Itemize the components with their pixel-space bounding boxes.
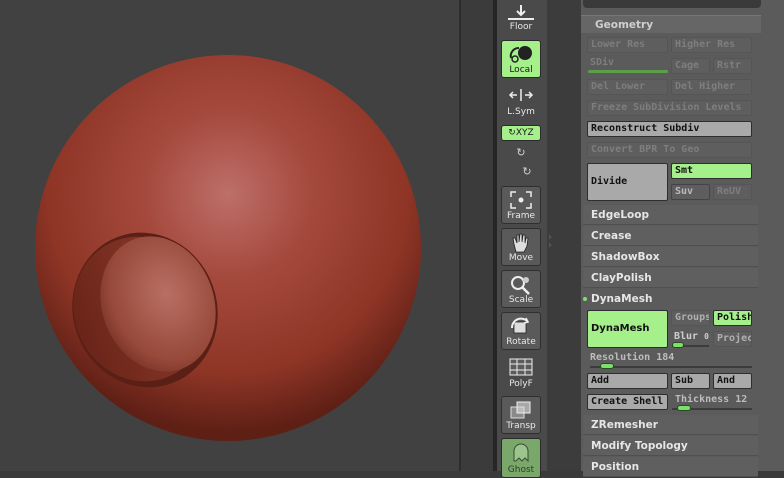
rotate-icon <box>510 317 530 334</box>
scale-button[interactable]: Scale <box>501 270 541 308</box>
rotate-axis-icon: ↻ <box>508 128 516 138</box>
move-label: Move <box>508 253 534 263</box>
reconstruct-subdiv-button[interactable]: Reconstruct Subdiv <box>587 121 752 137</box>
viewport-canvas[interactable] <box>0 0 459 471</box>
sdiv-label: SDiv <box>590 57 615 68</box>
modify-topology-section[interactable]: Modify Topology <box>583 436 758 456</box>
resolution-value: 184 <box>656 352 675 363</box>
shelf-collapse-grip[interactable]: › › <box>548 233 554 251</box>
polyf-button[interactable]: PolyF <box>501 354 541 392</box>
blur-label: Blur 0 <box>674 331 709 342</box>
move-button[interactable]: Move <box>501 228 541 266</box>
sculpted-sphere[interactable] <box>0 0 459 471</box>
claypolish-section[interactable]: ClayPolish <box>583 268 758 288</box>
geometry-header[interactable]: Geometry <box>581 15 761 33</box>
resolution-label-text: Resolution <box>590 352 651 363</box>
scale-label: Scale <box>508 295 534 305</box>
suv-toggle[interactable]: Suv <box>671 184 710 200</box>
thickness-value: 12 <box>735 394 748 405</box>
dynamesh-button[interactable]: DynaMesh <box>587 310 668 348</box>
floor-button[interactable]: Floor <box>501 0 541 34</box>
rotate-button[interactable]: Rotate <box>501 312 541 350</box>
and-button[interactable]: And <box>713 373 752 389</box>
frame-label: Frame <box>506 211 536 221</box>
dynamesh-active-dot <box>583 297 587 301</box>
resolution-slider-knob[interactable] <box>600 363 614 369</box>
lsym-icon <box>508 89 534 101</box>
freeze-subdiv-button[interactable]: Freeze SubDivision Levels <box>587 100 752 116</box>
blur-slider-knob[interactable] <box>672 342 684 348</box>
project-toggle[interactable]: Project <box>713 331 752 347</box>
scale-icon <box>511 276 530 295</box>
canvas-margin <box>461 0 493 471</box>
polyf-label: PolyF <box>509 379 533 389</box>
thickness-label-text: Thickness <box>675 394 730 405</box>
lower-res-button[interactable]: Lower Res <box>587 37 668 53</box>
lsym-label: L.Sym <box>507 107 535 117</box>
ghost-button[interactable]: Ghost <box>501 438 541 478</box>
polish-toggle[interactable]: Polish <box>713 310 752 326</box>
local-label: Local <box>509 65 533 75</box>
polyframe-grid-icon <box>509 358 533 376</box>
z-axis-button[interactable]: ↻ <box>519 165 535 179</box>
del-lower-button[interactable]: Del Lower <box>587 79 668 95</box>
y-rotate-icon: ↻ <box>516 146 526 159</box>
add-button[interactable]: Add <box>587 373 668 389</box>
frame-icon <box>510 191 532 209</box>
xyz-label: XYZ <box>515 128 534 138</box>
del-higher-button[interactable]: Del Higher <box>671 79 752 95</box>
dynamesh-section[interactable]: DynaMesh <box>583 289 758 309</box>
blur-value: 0 <box>704 332 709 341</box>
blur-label-text: Blur <box>674 331 699 342</box>
groups-toggle[interactable]: Groups <box>671 310 710 326</box>
lsym-button[interactable]: L.Sym <box>501 84 541 120</box>
rstr-button[interactable]: Rstr <box>713 58 752 74</box>
smt-toggle[interactable]: Smt <box>671 163 752 179</box>
xyz-button[interactable]: ↻XYZ <box>501 125 541 141</box>
resolution-slider-track <box>590 366 752 368</box>
convert-bpr-button[interactable]: Convert BPR To Geo <box>587 142 752 158</box>
rotate-label: Rotate <box>506 337 536 347</box>
ghost-icon <box>513 443 529 462</box>
transparency-icon <box>510 401 531 419</box>
ghost-label: Ghost <box>507 465 535 475</box>
transp-button[interactable]: Transp <box>501 396 541 434</box>
palette-previous-section <box>583 0 761 8</box>
cage-button[interactable]: Cage <box>671 58 710 74</box>
higher-res-button[interactable]: Higher Res <box>671 37 752 53</box>
reuv-button[interactable]: ReUV <box>713 184 752 200</box>
sub-button[interactable]: Sub <box>671 373 710 389</box>
y-axis-button[interactable]: ↻ <box>513 146 529 160</box>
floor-icon <box>508 5 534 20</box>
resolution-label: Resolution 184 <box>590 352 674 363</box>
local-button[interactable]: Local <box>501 40 541 78</box>
z-rotate-icon: ↻ <box>522 165 532 178</box>
move-hand-icon <box>512 233 529 253</box>
divide-button[interactable]: Divide <box>587 163 668 201</box>
thickness-label: Thickness 12 <box>675 394 747 405</box>
edgeloop-section[interactable]: EdgeLoop <box>583 205 758 225</box>
create-shell-button[interactable]: Create Shell <box>587 394 668 410</box>
local-icon <box>509 46 532 63</box>
zremesher-section[interactable]: ZRemesher <box>583 415 758 435</box>
frame-button[interactable]: Frame <box>501 186 541 224</box>
crease-section[interactable]: Crease <box>583 226 758 246</box>
sdiv-slider[interactable] <box>588 70 668 73</box>
floor-label: Floor <box>509 22 533 32</box>
shadowbox-section[interactable]: ShadowBox <box>583 247 758 267</box>
transp-label: Transp <box>506 421 536 431</box>
position-section[interactable]: Position <box>583 457 758 477</box>
thickness-slider-knob[interactable] <box>677 405 691 411</box>
